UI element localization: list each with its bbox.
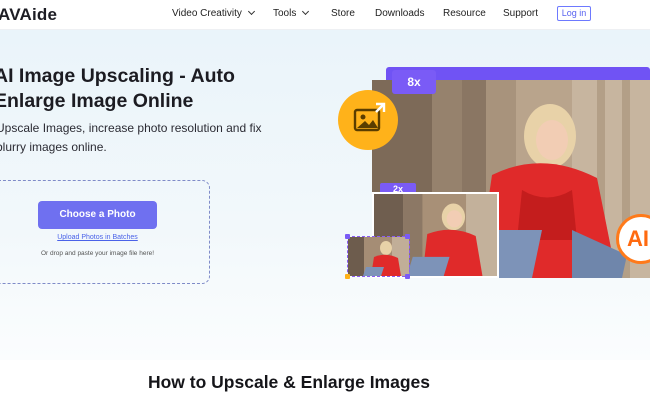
- nav-label: Support: [503, 8, 539, 19]
- subtitle-line-2: blurry images online.: [0, 140, 107, 154]
- nav-label: Resource: [443, 8, 486, 19]
- nav-support[interactable]: Support: [503, 8, 538, 19]
- chevron-down-icon: [247, 7, 255, 16]
- chevron-down-icon: [302, 7, 310, 16]
- section-title: How to Upscale & Enlarge Images: [147, 372, 431, 392]
- drop-hint: Or drop and paste your image file here!: [40, 250, 155, 257]
- site-logo[interactable]: AVAide: [0, 5, 57, 25]
- selection-handle[interactable]: [405, 274, 410, 279]
- upload-batch-link[interactable]: Upload Photos in Batches: [38, 234, 157, 241]
- site-header: AVAide Video Creativity Tools Store Down…: [0, 0, 650, 30]
- selection-handle[interactable]: [345, 274, 350, 279]
- login-button[interactable]: Log in: [557, 6, 591, 21]
- nav-label: Tools: [273, 8, 297, 19]
- page-subtitle: Upscale Images, increase photo resolutio…: [0, 119, 276, 157]
- upload-dropzone[interactable]: [0, 180, 210, 284]
- image-upload-icon: [338, 90, 398, 150]
- nav-video-creativity[interactable]: Video Creativity: [172, 7, 255, 19]
- nav-label: Video Creativity: [172, 8, 242, 19]
- subtitle-line-1: Upscale Images, increase photo resolutio…: [0, 121, 262, 135]
- nav-downloads[interactable]: Downloads: [375, 8, 424, 19]
- selection-handle[interactable]: [345, 234, 350, 239]
- page-title: AI Image Upscaling - Auto Enlarge Image …: [0, 64, 294, 114]
- nav-tools[interactable]: Tools: [273, 7, 310, 19]
- image-icon: [353, 102, 386, 132]
- nav-store[interactable]: Store: [331, 8, 355, 19]
- nav-label: Downloads: [375, 8, 425, 19]
- nav-resource[interactable]: Resource: [443, 8, 486, 19]
- choose-photo-button[interactable]: Choose a Photo: [38, 201, 157, 229]
- nav-label: Store: [331, 8, 355, 19]
- selection-outline: [347, 236, 410, 277]
- title-line-2: Enlarge Image Online: [0, 90, 194, 112]
- badge-8x: 8x: [392, 70, 436, 94]
- title-line-1: AI Image Upscaling - Auto: [0, 65, 235, 87]
- selection-handle[interactable]: [405, 234, 410, 239]
